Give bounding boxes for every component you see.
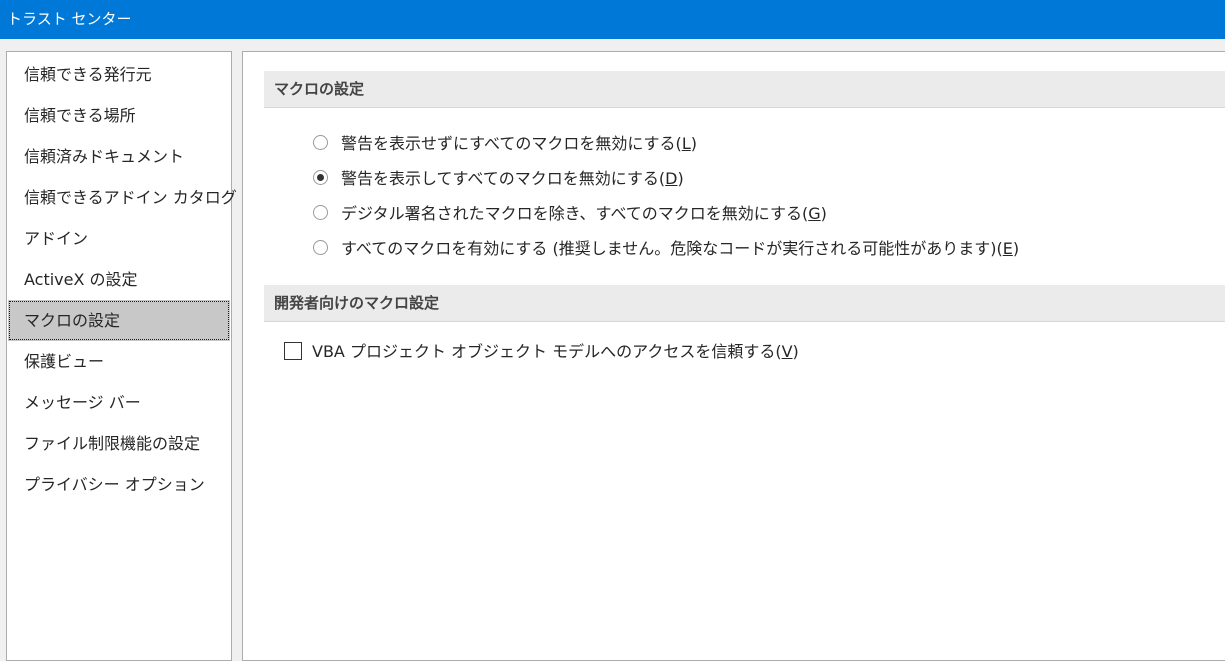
sidebar-item-trusted-addin-catalogs[interactable]: 信頼できるアドイン カタログ <box>7 177 237 218</box>
sidebar-item-label: マクロの設定 <box>24 311 121 330</box>
radio-button[interactable] <box>313 240 328 255</box>
access-key: E <box>1002 239 1013 258</box>
sidebar-item-activex-settings[interactable]: ActiveX の設定 <box>7 259 231 300</box>
sidebar-item-label: プライバシー オプション <box>24 475 205 494</box>
sidebar-item-label: 信頼済みドキュメント <box>24 147 185 166</box>
access-key: L <box>681 134 691 153</box>
sidebar-item-label: 信頼できる場所 <box>24 106 136 125</box>
access-key: G <box>808 204 821 223</box>
radio-disable-no-notification[interactable]: 警告を表示せずにすべてのマクロを無効にする(L) <box>313 132 697 156</box>
sidebar-item-trusted-locations[interactable]: 信頼できる場所 <box>7 95 231 136</box>
window-title: トラスト センター <box>7 10 132 28</box>
option-label-close: ) <box>1012 239 1020 258</box>
checkbox-label: VBA プロジェクト オブジェクト モデルへのアクセスを信頼する( <box>312 342 782 361</box>
macro-settings-header: マクロの設定 <box>264 71 1225 108</box>
sidebar-item-privacy-options[interactable]: プライバシー オプション <box>7 464 231 505</box>
sidebar: 信頼できる発行元 信頼できる場所 信頼済みドキュメント 信頼できるアドイン カタ… <box>6 51 237 661</box>
sidebar-item-protected-view[interactable]: 保護ビュー <box>7 341 231 382</box>
option-label: すべてのマクロを有効にする (推奨しません。危険なコードが実行される可能性があり… <box>341 239 1003 258</box>
sidebar-item-message-bar[interactable]: メッセージ バー <box>7 382 231 423</box>
radio-button[interactable] <box>313 135 328 150</box>
sidebar-item-label: ActiveX の設定 <box>24 270 138 289</box>
sidebar-item-addins[interactable]: アドイン <box>7 218 231 259</box>
checkbox-label-close: ) <box>792 342 799 361</box>
developer-settings-header: 開発者向けのマクロ設定 <box>264 285 1225 322</box>
sidebar-item-label: アドイン <box>24 229 89 248</box>
radio-button[interactable] <box>313 170 328 185</box>
option-label: デジタル署名されたマクロを除き、すべてのマクロを無効にする( <box>341 204 809 223</box>
checkbox-trust-vba-access[interactable]: VBA プロジェクト オブジェクト モデルへのアクセスを信頼する(V) <box>284 340 799 364</box>
access-key: D <box>665 169 678 188</box>
radio-disable-except-signed[interactable]: デジタル署名されたマクロを除き、すべてのマクロを無効にする(G) <box>313 202 827 226</box>
option-label-close: ) <box>690 134 697 153</box>
sidebar-item-label: 信頼できるアドイン カタログ <box>24 188 237 207</box>
access-key: V <box>781 342 793 361</box>
settings-panel: マクロの設定 警告を表示せずにすべてのマクロを無効にする(L) 警告を表示してす… <box>242 51 1225 661</box>
sidebar-item-label: メッセージ バー <box>24 393 141 412</box>
sidebar-item-label: 保護ビュー <box>24 352 105 371</box>
sidebar-item-macro-settings[interactable]: マクロの設定 <box>8 300 230 341</box>
sidebar-item-file-block-settings[interactable]: ファイル制限機能の設定 <box>7 423 231 464</box>
option-label-close: ) <box>820 204 827 223</box>
sidebar-item-trusted-documents[interactable]: 信頼済みドキュメント <box>7 136 231 177</box>
checkbox[interactable] <box>284 341 302 360</box>
radio-button[interactable] <box>313 205 328 220</box>
sidebar-item-label: ファイル制限機能の設定 <box>24 434 201 453</box>
option-label: 警告を表示せずにすべてのマクロを無効にする( <box>341 134 682 153</box>
sidebar-list: 信頼できる発行元 信頼できる場所 信頼済みドキュメント 信頼できるアドイン カタ… <box>7 52 237 505</box>
option-label: 警告を表示してすべてのマクロを無効にする( <box>341 169 666 188</box>
option-label-close: ) <box>677 169 684 188</box>
title-bar: トラスト センター <box>0 0 1225 39</box>
sidebar-item-label: 信頼できる発行元 <box>24 65 152 84</box>
sidebar-item-trusted-publishers[interactable]: 信頼できる発行元 <box>7 54 231 95</box>
radio-disable-with-notification[interactable]: 警告を表示してすべてのマクロを無効にする(D) <box>313 167 684 191</box>
radio-enable-all-macros[interactable]: すべてのマクロを有効にする (推奨しません。危険なコードが実行される可能性があり… <box>313 237 1019 261</box>
